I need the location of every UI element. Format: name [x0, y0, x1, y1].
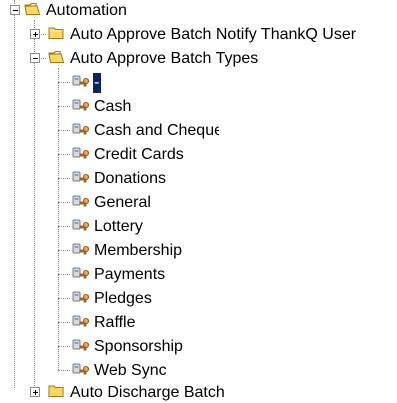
- folder-closed-icon: [48, 27, 64, 39]
- group-expand-toggle[interactable]: [30, 387, 40, 397]
- tree-connector: [58, 154, 70, 155]
- tree-leaf-label: Credit Cards: [94, 146, 184, 163]
- tree-node-label: Automation: [46, 2, 127, 19]
- tree-connector: [58, 274, 70, 275]
- tree-node-next-group[interactable]: Auto Discharge Batch: [48, 383, 248, 403]
- tree-leaf-label: Web Sync: [94, 362, 167, 379]
- setting-key-icon: [72, 291, 89, 303]
- tree-connector: [58, 68, 59, 370]
- tree-connector: [58, 346, 70, 347]
- tree-leaf-item[interactable]: Credit Cards: [72, 145, 372, 165]
- tree-leaf-item[interactable]: Sponsorship: [72, 337, 372, 357]
- tree-node-label: Auto Approve Batch Types: [70, 50, 259, 67]
- tree-node-label: Auto Approve Batch Notify ThankQ User: [70, 26, 357, 43]
- tree-leaf-item[interactable]: Raffle: [72, 313, 372, 333]
- tree-leaf-label: Membership: [94, 242, 183, 259]
- setting-key-icon: [72, 75, 89, 87]
- group-expand-toggle[interactable]: [30, 29, 40, 39]
- setting-key-icon: [72, 339, 89, 351]
- tree-leaf-item[interactable]: Lottery: [72, 217, 372, 237]
- folder-open-icon: [24, 3, 41, 15]
- setting-key-icon: [72, 123, 89, 135]
- tree-leaf-label: Raffle: [94, 314, 136, 331]
- tree-leaf-item[interactable]: Payments: [72, 265, 372, 285]
- tree-connector: [58, 298, 70, 299]
- setting-key-icon: [72, 195, 89, 207]
- setting-key-icon: [72, 243, 89, 255]
- tree-leaf-label: Payments: [94, 266, 166, 283]
- tree-connector: [58, 226, 70, 227]
- tree-leaf-item[interactable]: Cash: [72, 97, 372, 117]
- tree-connector: [58, 130, 70, 131]
- tree-leaf-item[interactable]: Web Sync: [72, 361, 372, 381]
- root-collapse-toggle[interactable]: [10, 5, 20, 15]
- tree-node-automation[interactable]: Automation: [24, 1, 224, 21]
- tree-connector: [58, 322, 70, 323]
- tree-node-notify-user[interactable]: Auto Approve Batch Notify ThankQ User: [48, 25, 397, 45]
- tree-leaf-item[interactable]: Membership: [72, 241, 372, 261]
- setting-key-icon: [72, 267, 89, 279]
- tree-leaf-item[interactable]: -: [72, 73, 372, 93]
- setting-key-icon: [72, 219, 89, 231]
- tree-connector: [58, 250, 70, 251]
- tree-connector: [14, 0, 15, 388]
- tree-connector: [58, 202, 70, 203]
- setting-key-icon: [72, 363, 89, 375]
- tree-node-label: Auto Discharge Batch: [70, 384, 225, 401]
- tree-connector: [58, 106, 70, 107]
- tree-leaf-item[interactable]: Donations: [72, 169, 372, 189]
- tree-connector: [58, 370, 70, 371]
- setting-key-icon: [72, 99, 89, 111]
- tree-leaf-label: -: [93, 73, 101, 93]
- setting-key-icon: [72, 171, 89, 183]
- tree-leaf-label: Pledges: [94, 290, 152, 307]
- folder-closed-icon: [48, 385, 64, 397]
- tree-leaf-item[interactable]: Pledges: [72, 289, 372, 309]
- tree-node-batch-types[interactable]: Auto Approve Batch Types: [48, 49, 348, 69]
- tree-leaf-label: General: [94, 194, 151, 211]
- tree-connector: [34, 20, 35, 388]
- setting-key-icon: [72, 147, 89, 159]
- tree-leaf-label: Cash: [94, 98, 132, 115]
- folder-open-icon: [48, 51, 65, 63]
- tree-connector: [58, 82, 70, 83]
- settings-tree[interactable]: Automation Auto Approve Batch Notify Tha…: [0, 0, 397, 401]
- tree-leaf-item[interactable]: General: [72, 193, 372, 213]
- tree-leaf-label: Sponsorship: [94, 338, 183, 355]
- tree-leaf-label: Lottery: [94, 218, 143, 235]
- tree-leaf-item[interactable]: Cash and Cheque: [72, 121, 219, 141]
- setting-key-icon: [72, 315, 89, 327]
- tree-leaf-label: Cash and Cheque: [94, 122, 219, 139]
- tree-connector: [58, 178, 70, 179]
- tree-leaf-label: Donations: [94, 170, 167, 187]
- group-collapse-toggle[interactable]: [30, 53, 40, 63]
